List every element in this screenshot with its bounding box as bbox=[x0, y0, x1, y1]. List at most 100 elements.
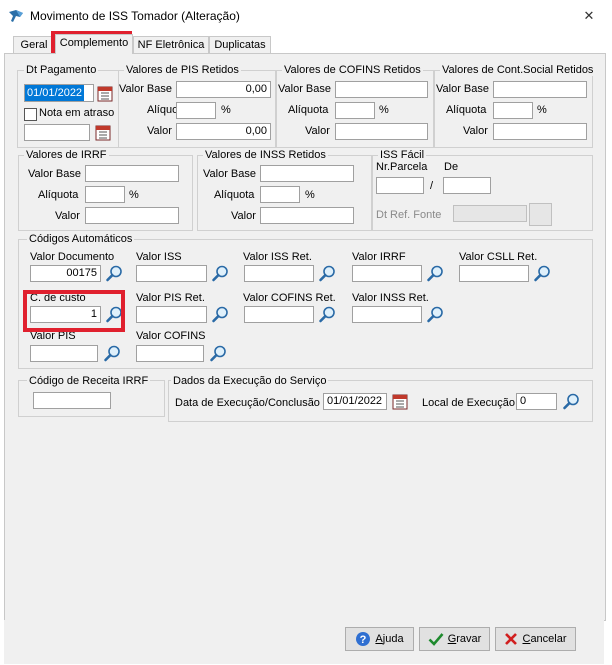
nota-em-atraso-date[interactable] bbox=[24, 124, 90, 141]
pis-pct: % bbox=[221, 104, 231, 116]
minimize-button[interactable] bbox=[520, 0, 566, 32]
tab-panel-complemento: Dt Pagamento 01/01/2022 Nota em atraso V… bbox=[4, 53, 606, 621]
help-icon: ? bbox=[356, 632, 371, 646]
valor-iss-ret-input[interactable] bbox=[244, 265, 314, 282]
valor-pis-ret-input[interactable] bbox=[136, 306, 207, 323]
csll-base-input[interactable] bbox=[493, 81, 587, 98]
csll-value-label: Valor bbox=[463, 125, 488, 137]
parcela-de-input[interactable] bbox=[443, 177, 491, 194]
valor-csll-ret-label: Valor CSLL Ret. bbox=[459, 251, 538, 263]
parcela-slash: / bbox=[430, 180, 434, 192]
cofins-value-label: Valor bbox=[305, 125, 330, 137]
search-icon[interactable] bbox=[104, 264, 124, 283]
search-icon[interactable] bbox=[210, 264, 230, 283]
pis-base-label: Valor Base bbox=[119, 83, 172, 95]
valor-csll-ret-input[interactable] bbox=[459, 265, 529, 282]
search-icon[interactable] bbox=[425, 305, 445, 324]
close-button[interactable]: ✕ bbox=[566, 0, 612, 32]
tab-duplicatas[interactable]: Duplicatas bbox=[209, 36, 271, 53]
execucao-date-label: Data de Execução/Conclusão bbox=[175, 397, 320, 409]
inss-rate-label: Alíquota bbox=[214, 189, 255, 201]
dt-pagamento-field[interactable]: 01/01/2022 bbox=[24, 84, 94, 102]
tab-label: Duplicatas bbox=[214, 39, 266, 51]
ajuda-button[interactable]: ? Ajuda bbox=[345, 627, 414, 651]
pis-value-input[interactable]: 0,00 bbox=[176, 123, 271, 140]
calendar-icon[interactable] bbox=[392, 393, 408, 410]
inss-pct: % bbox=[305, 189, 315, 201]
app-icon bbox=[9, 10, 23, 22]
tab-nf-eletronica[interactable]: NF Eletrônica bbox=[133, 36, 209, 53]
search-icon[interactable] bbox=[317, 264, 337, 283]
cofins-base-input[interactable] bbox=[335, 81, 428, 98]
cofins-rate-input[interactable] bbox=[335, 102, 375, 119]
bottom-bar: ? Ajuda Gravar Cancelar bbox=[4, 620, 604, 664]
nota-em-atraso-checkbox[interactable] bbox=[24, 108, 37, 121]
tab-label: Complemento bbox=[59, 37, 129, 49]
search-icon[interactable] bbox=[317, 305, 337, 324]
local-execucao-label: Local de Execução bbox=[422, 397, 515, 409]
irrf-title: Valores de IRRF bbox=[24, 149, 109, 161]
calendar-icon[interactable] bbox=[95, 124, 111, 141]
search-icon[interactable] bbox=[532, 264, 552, 283]
valor-iss-label: Valor ISS bbox=[136, 251, 182, 263]
parcela-label: Nr.Parcela bbox=[376, 161, 428, 173]
parcela-input[interactable] bbox=[376, 177, 424, 194]
receita-irrf-title: Código de Receita IRRF bbox=[27, 375, 151, 387]
codigos-title: Códigos Automáticos bbox=[27, 233, 135, 245]
search-icon[interactable] bbox=[208, 344, 228, 363]
search-icon[interactable] bbox=[425, 264, 445, 283]
search-icon[interactable] bbox=[210, 305, 230, 324]
calendar-icon[interactable] bbox=[97, 85, 113, 102]
cofins-base-label: Valor Base bbox=[278, 83, 331, 95]
dt-ref-fonte-label: Dt Ref. Fonte bbox=[376, 209, 442, 221]
valor-inss-ret-input[interactable] bbox=[352, 306, 422, 323]
iss-facil-title: ISS Fácil bbox=[378, 149, 427, 161]
search-icon[interactable] bbox=[102, 344, 122, 363]
csll-value-input[interactable] bbox=[493, 123, 587, 140]
svg-text:?: ? bbox=[360, 634, 367, 646]
cofins-title: Valores de COFINS Retidos bbox=[282, 64, 423, 76]
dt-ref-fonte-button bbox=[529, 203, 552, 226]
irrf-rate-input[interactable] bbox=[85, 186, 125, 203]
local-execucao-input[interactable]: 0 bbox=[516, 393, 557, 410]
valor-iss-ret-label: Valor ISS Ret. bbox=[243, 251, 312, 263]
gravar-button[interactable]: Gravar bbox=[419, 627, 490, 651]
valor-cofins-ret-label: Valor COFINS Ret. bbox=[243, 292, 336, 304]
execucao-date-input[interactable]: 01/01/2022 bbox=[323, 393, 387, 410]
irrf-base-input[interactable] bbox=[85, 165, 179, 182]
valor-pis-ret-label: Valor PIS Ret. bbox=[136, 292, 205, 304]
valor-documento-label: Valor Documento bbox=[30, 251, 115, 263]
valor-cofins-ret-input[interactable] bbox=[244, 306, 314, 323]
valor-iss-input[interactable] bbox=[136, 265, 207, 282]
close-icon: ✕ bbox=[583, 8, 595, 23]
valor-documento-input[interactable]: 00175 bbox=[30, 265, 101, 282]
receita-irrf-input[interactable] bbox=[33, 392, 111, 409]
check-icon bbox=[428, 633, 444, 646]
inss-base-input[interactable] bbox=[260, 165, 354, 182]
inss-value-label: Valor bbox=[231, 210, 256, 222]
inss-base-label: Valor Base bbox=[203, 168, 256, 180]
pis-base-input[interactable]: 0,00 bbox=[176, 81, 271, 98]
inss-rate-input[interactable] bbox=[260, 186, 300, 203]
pis-rate-input[interactable] bbox=[176, 102, 216, 119]
irrf-base-label: Valor Base bbox=[28, 168, 81, 180]
cancelar-label: Cancelar bbox=[522, 633, 567, 645]
valor-irrf-input[interactable] bbox=[352, 265, 422, 282]
irrf-value-input[interactable] bbox=[85, 207, 179, 224]
inss-title: Valores de INSS Retidos bbox=[203, 149, 328, 161]
nota-em-atraso-label: Nota em atraso bbox=[39, 107, 115, 119]
valor-pis-input[interactable] bbox=[30, 345, 98, 362]
tab-complemento[interactable]: Complemento bbox=[55, 34, 133, 54]
valor-cofins-label: Valor COFINS bbox=[136, 330, 206, 342]
dt-ref-fonte-input bbox=[453, 205, 527, 222]
csll-rate-input[interactable] bbox=[493, 102, 533, 119]
inss-value-input[interactable] bbox=[260, 207, 354, 224]
tab-label: NF Eletrônica bbox=[137, 39, 205, 51]
valor-irrf-label: Valor IRRF bbox=[352, 251, 406, 263]
valor-cofins-input[interactable] bbox=[136, 345, 204, 362]
tab-geral[interactable]: Geral bbox=[13, 36, 55, 53]
search-icon[interactable] bbox=[561, 392, 581, 411]
dt-pagamento-title: Dt Pagamento bbox=[24, 64, 99, 76]
cofins-value-input[interactable] bbox=[335, 123, 428, 140]
cancelar-button[interactable]: Cancelar bbox=[495, 627, 576, 651]
